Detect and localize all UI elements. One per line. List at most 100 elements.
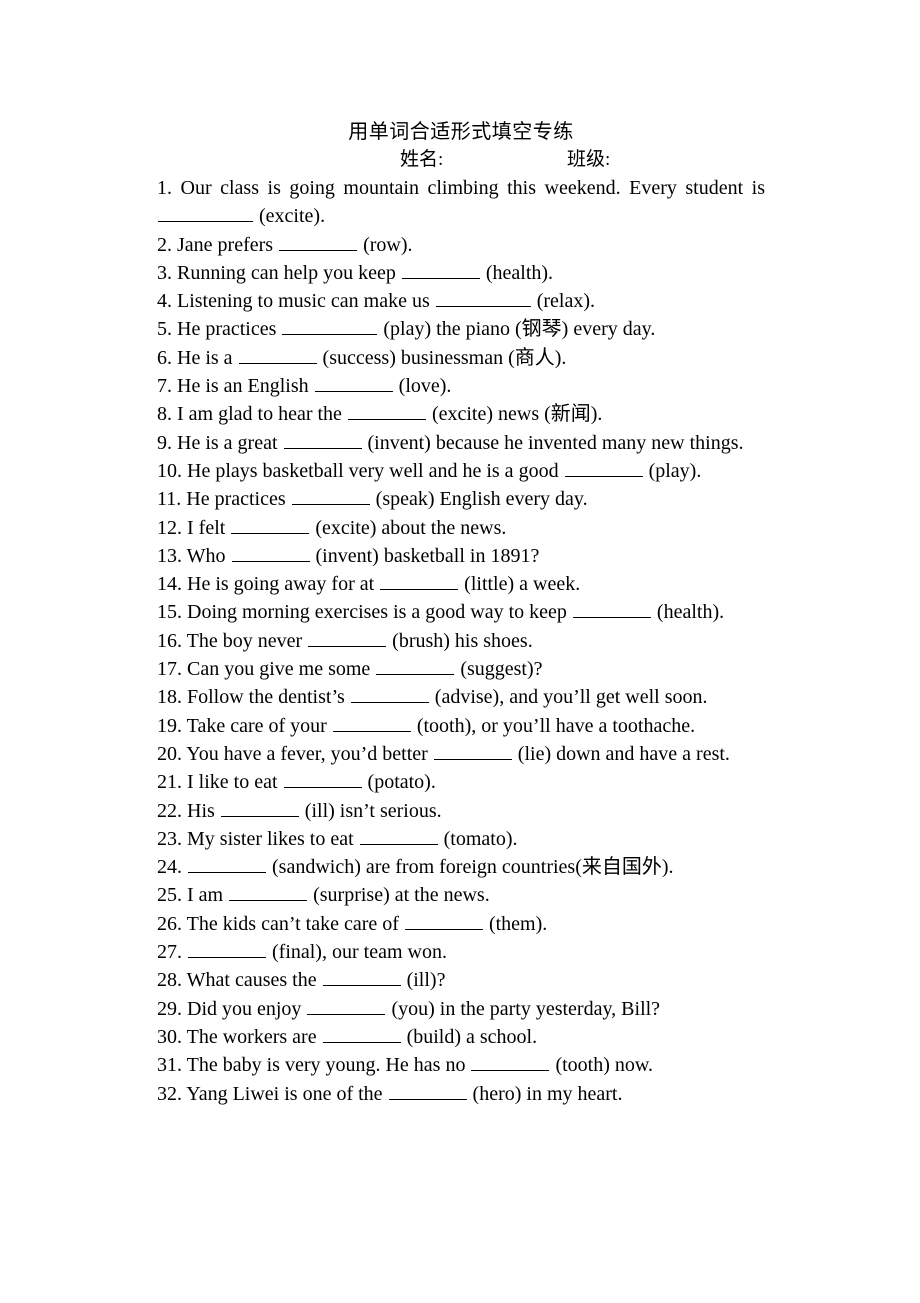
question-text-after: (success) businessman (商人). [322,346,567,369]
answer-blank[interactable] [350,684,429,704]
answer-blank[interactable] [332,712,411,732]
answer-blank[interactable] [564,458,643,477]
answer-blank[interactable] [347,401,426,421]
answer-blank[interactable] [380,571,459,591]
question-item: 7. He is an English (love). [157,372,765,400]
question-text-after: (ill) isn’t serious. [304,799,442,822]
question-item: 22. His (ill) isn’t serious. [157,797,765,825]
question-list: 1. Our class is going mountain climbing … [157,174,765,1108]
answer-blank[interactable] [158,203,253,223]
question-text-before: 10. He plays basketball very well and he… [157,459,559,482]
answer-blank[interactable] [376,656,455,676]
answer-blank[interactable] [388,1080,467,1100]
answer-blank[interactable] [220,797,299,817]
question-text-after: (you) in the party yesterday, Bill? [391,997,661,1020]
question-text-after: (excite) about the news. [315,516,507,539]
question-text-before: 18. Follow the dentist’s [157,686,345,709]
question-text-before: 2. Jane prefers [157,233,274,256]
question-text-before: 4. Listening to music can make us [157,290,430,313]
question-text-before: 16. The boy never [157,629,303,652]
answer-blank[interactable] [308,627,387,647]
answer-blank[interactable] [188,854,266,874]
question-text-after: (suggest)? [460,658,543,681]
question-item: 11. He practices (speak) English every d… [157,485,765,513]
question-item: 19. Take care of your (tooth), or you’ll… [157,712,765,740]
answer-blank[interactable] [322,967,401,987]
question-item: 26. The kids can’t take care of (them). [157,910,765,938]
page-title: 用单词合适形式填空专练 [348,121,574,143]
answer-blank[interactable] [433,741,512,760]
question-item: 25. I am (surprise) at the news. [157,881,765,909]
answer-blank[interactable] [435,288,531,308]
question-text-after: (tomato). [443,827,518,850]
question-text-after: (lie) down and have a rest. [517,742,730,765]
question-text-before: 17. Can you give me some [157,658,371,681]
question-item: 4. Listening to music can make us (relax… [157,287,765,315]
question-item: 28. What causes the (ill)? [157,966,765,994]
question-item: 31. The baby is very young. He has no (t… [157,1051,765,1079]
question-text-before: 9. He is a great [157,431,278,454]
answer-blank[interactable] [229,882,308,902]
answer-blank[interactable] [314,373,393,393]
question-item: 5. He practices (play) the piano (钢琴) ev… [157,315,765,343]
answer-blank[interactable] [283,769,362,789]
question-item: 30. The workers are (build) a school. [157,1023,765,1051]
question-text-before: 7. He is an English [157,375,309,398]
answer-blank[interactable] [282,316,378,336]
question-text-after: (sandwich) are from foreign countries(来自… [272,856,674,879]
question-text-after: (invent) basketball in 1891? [315,544,540,567]
question-text-after: (advise), and you’ll get well soon. [434,686,708,709]
name-label: 姓名: [400,149,444,170]
question-text-after: (them). [488,912,548,935]
question-text-before: 13. Who [157,544,226,567]
question-text-after: (health). [656,601,725,624]
question-text-after: (excite) news (新闻). [431,403,603,426]
question-text-after: (relax). [536,290,596,313]
answer-blank[interactable] [572,599,651,619]
question-item: 15. Doing morning exercises is a good wa… [157,598,765,626]
answer-blank[interactable] [279,231,358,251]
answer-blank[interactable] [359,825,438,845]
student-info-row: 姓名: 班级: [157,146,765,174]
question-text-after: (little) a week. [464,573,581,596]
question-text-before: 12. I felt [157,516,226,539]
answer-blank[interactable] [291,486,370,506]
question-text-before: 15. Doing morning exercises is a good wa… [157,601,567,624]
question-item: 3. Running can help you keep (health). [157,259,765,287]
question-text-after: (potato). [367,771,436,794]
question-item: 12. I felt (excite) about the news. [157,514,765,542]
answer-blank[interactable] [231,514,310,534]
question-text-before: 25. I am [157,884,224,907]
answer-blank[interactable] [231,542,310,562]
question-text-after: (tooth) now. [555,1054,654,1077]
question-text-before: 19. Take care of your [157,714,327,737]
class-label: 班级: [567,149,611,170]
answer-blank[interactable] [401,260,480,279]
answer-blank[interactable] [404,910,483,930]
question-text-before: 28. What causes the [157,969,317,992]
question-item: 16. The boy never (brush) his shoes. [157,627,765,655]
question-item: 21. I like to eat (potato). [157,768,765,796]
answer-blank[interactable] [471,1052,550,1072]
question-text-before: 32. Yang Liwei is one of the [157,1082,383,1105]
question-text-after: (brush) his shoes. [392,629,533,652]
answer-blank[interactable] [307,995,386,1015]
question-text-after: (hero) in my heart. [472,1082,623,1105]
question-item: 17. Can you give me some (suggest)? [157,655,765,683]
question-item: 9. He is a great (invent) because he inv… [157,429,765,457]
question-item: 1. Our class is going mountain climbing … [157,174,765,231]
question-text-before: 26. The kids can’t take care of [157,912,399,935]
question-item: 14. He is going away for at (little) a w… [157,570,765,598]
question-text-after: (build) a school. [406,1025,538,1048]
question-text-before: 20. You have a fever, you’d better [157,742,428,765]
question-item: 29. Did you enjoy (you) in the party yes… [157,995,765,1023]
question-item: 13. Who (invent) basketball in 1891? [157,542,765,570]
question-text-after: (play) the piano (钢琴) every day. [383,318,656,341]
answer-blank[interactable] [188,939,266,959]
question-text-before: 8. I am glad to hear the [157,403,342,426]
answer-blank[interactable] [283,429,362,449]
question-text-after: (tooth), or you’ll have a toothache. [416,714,696,737]
question-item: 6. He is a (success) businessman (商人). [157,344,765,372]
answer-blank[interactable] [238,344,317,364]
answer-blank[interactable] [322,1024,401,1043]
